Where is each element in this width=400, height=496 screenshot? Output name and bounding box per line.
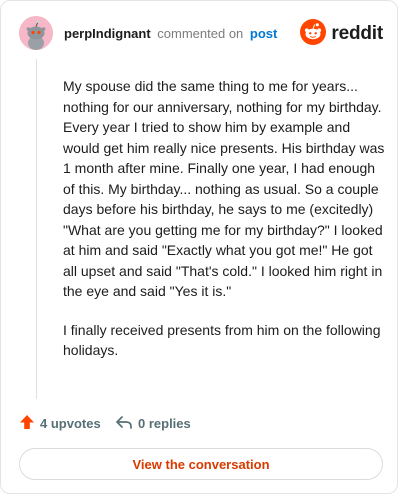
upvote-arrow-icon	[19, 414, 35, 433]
byline-verb: commented on	[157, 26, 244, 41]
username-link[interactable]: perpIndignant	[64, 26, 151, 41]
reddit-wordmark: reddit	[331, 23, 383, 44]
comment-paragraph: My spouse did the same thing to me for y…	[63, 78, 385, 299]
thread-line	[36, 59, 37, 399]
snoo-avatar-icon[interactable]	[19, 16, 53, 50]
reddit-logo[interactable]: reddit	[300, 18, 383, 50]
comment-byline: perpIndignant commented on post	[64, 26, 277, 42]
upvotes-button[interactable]: 4 upvotes	[19, 414, 101, 433]
comment-embed-card: perpIndignant commented on post reddit M…	[0, 0, 398, 494]
replies-count: 0 replies	[138, 416, 191, 431]
comment-header: perpIndignant commented on post reddit	[19, 16, 385, 52]
reply-arrow-icon	[115, 414, 133, 433]
upvotes-count: 4 upvotes	[40, 416, 101, 431]
reddit-snoo-icon	[300, 18, 327, 50]
comment-body: My spouse did the same thing to me for y…	[63, 76, 385, 379]
view-conversation-button[interactable]: View the conversation	[19, 448, 383, 480]
post-link[interactable]: post	[250, 26, 277, 41]
comment-paragraph: I finally received presents from him on …	[63, 321, 381, 359]
comment-actions: 4 upvotes 0 replies	[19, 414, 379, 434]
replies-button[interactable]: 0 replies	[115, 414, 191, 433]
